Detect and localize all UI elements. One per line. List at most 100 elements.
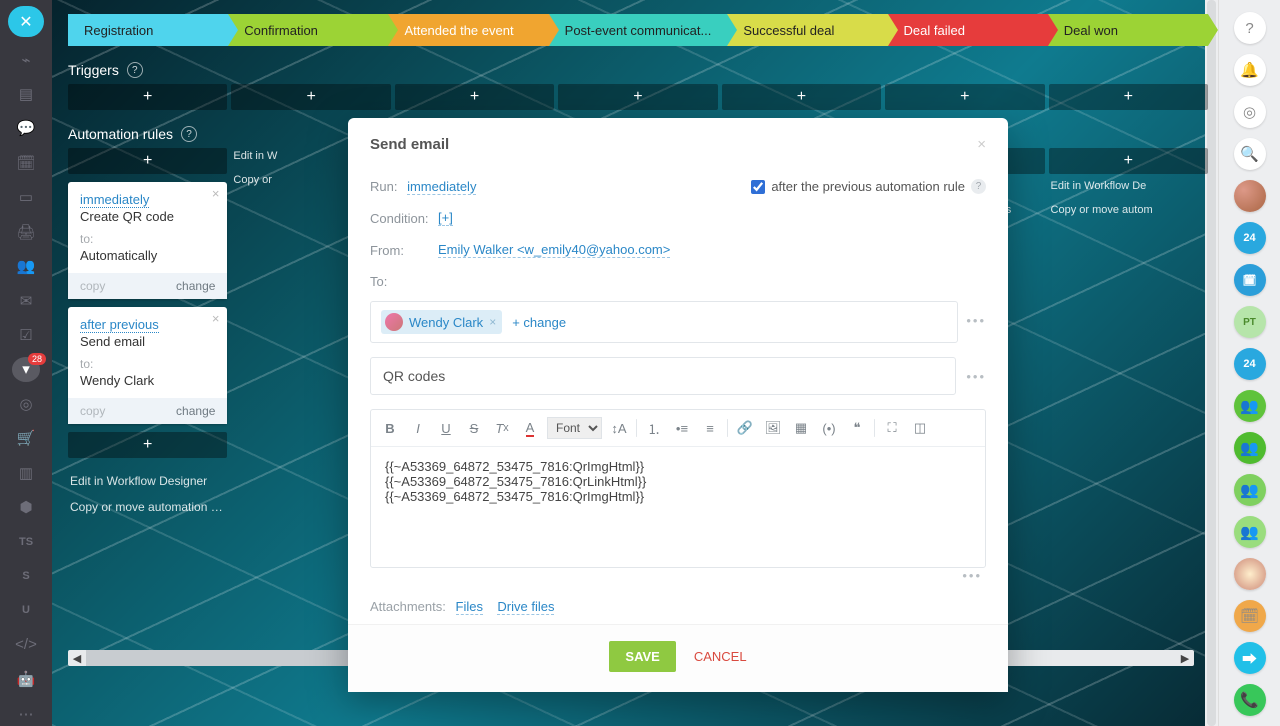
attach-files[interactable]: Files bbox=[456, 599, 483, 615]
rule-copy[interactable]: copy bbox=[80, 279, 105, 293]
calendar-orange-icon[interactable]: 🗓 bbox=[1234, 600, 1266, 632]
wf-edit-link[interactable]: Edit in Workflow Designer bbox=[68, 468, 227, 494]
help-icon[interactable]: ? bbox=[127, 62, 143, 78]
attach-drive[interactable]: Drive files bbox=[497, 599, 554, 615]
rule-when[interactable]: immediately bbox=[80, 192, 149, 208]
ts-icon[interactable]: TS bbox=[12, 529, 40, 553]
add-trigger-4[interactable]: + bbox=[558, 84, 717, 110]
quote-icon[interactable]: ❝ bbox=[846, 416, 868, 440]
group-icon-3[interactable]: 👥 bbox=[1234, 474, 1266, 506]
store-icon[interactable]: 🛒 bbox=[12, 426, 40, 450]
from-value[interactable]: Emily Walker <w_emily40@yahoo.com> bbox=[438, 242, 670, 258]
scroll-right-icon[interactable]: ▶ bbox=[1176, 652, 1194, 665]
rule-change[interactable]: change bbox=[176, 404, 215, 418]
ul-icon[interactable]: •≡ bbox=[671, 416, 693, 440]
group-icon-4[interactable]: 👥 bbox=[1234, 516, 1266, 548]
add-rule-1b[interactable]: + bbox=[68, 432, 227, 458]
underline-icon[interactable]: U bbox=[435, 416, 457, 440]
recipient-chip[interactable]: Wendy Clark × bbox=[381, 310, 502, 334]
people-avatar[interactable] bbox=[1234, 558, 1266, 590]
android-icon[interactable]: 🤖 bbox=[12, 667, 40, 691]
u-icon[interactable]: U bbox=[12, 598, 40, 622]
wf-copy-cut[interactable]: Copy or move autom bbox=[1049, 198, 1208, 222]
remove-chip-icon[interactable]: × bbox=[489, 315, 496, 329]
add-change-recipient[interactable]: + change bbox=[512, 315, 566, 330]
marketing-icon[interactable]: ◎ bbox=[12, 392, 40, 416]
calendar-icon[interactable]: 🗓 bbox=[12, 151, 40, 175]
stage-success[interactable]: Successful deal bbox=[727, 14, 887, 46]
stage-registration[interactable]: Registration bbox=[68, 14, 228, 46]
stage-confirmation[interactable]: Confirmation bbox=[228, 14, 388, 46]
messenger-icon[interactable]: ◎ bbox=[1234, 96, 1266, 128]
stage-postevent[interactable]: Post-event communicat... bbox=[549, 14, 728, 46]
close-overlay-button[interactable]: ✕ bbox=[8, 6, 44, 37]
editor-body[interactable]: {{~A53369_64872_53475_7816:QrImgHtml}} {… bbox=[371, 447, 985, 567]
rule-card-qr[interactable]: × immediately Create QR code to: Automat… bbox=[68, 182, 227, 299]
close-icon[interactable]: × bbox=[212, 186, 220, 201]
code-icon[interactable]: (•) bbox=[818, 416, 840, 440]
wf-edit-cut[interactable]: Edit in Workflow De bbox=[1049, 174, 1208, 198]
mail-icon[interactable]: ✉ bbox=[12, 288, 40, 312]
table-icon[interactable]: ▦ bbox=[790, 416, 812, 440]
ol-icon[interactable]: ⒈ bbox=[643, 416, 665, 440]
user-avatar[interactable] bbox=[1234, 180, 1266, 212]
pt-badge-icon[interactable]: PT bbox=[1234, 306, 1266, 338]
add-trigger-1[interactable]: + bbox=[68, 84, 227, 110]
strike-icon[interactable]: S bbox=[463, 416, 485, 440]
add-trigger-7[interactable]: + bbox=[1049, 84, 1208, 110]
split-icon[interactable]: ◫ bbox=[909, 416, 931, 440]
drive-icon[interactable]: 🖨 bbox=[12, 220, 40, 244]
inventory-icon[interactable]: ⬢ bbox=[12, 495, 40, 519]
wf-copy-link[interactable]: Copy or move automation rules bbox=[68, 494, 227, 520]
add-rule-1[interactable]: + bbox=[68, 148, 227, 174]
calendar-badge-icon[interactable]: 🗓 bbox=[1234, 264, 1266, 296]
subject-more-icon[interactable]: ••• bbox=[966, 369, 986, 384]
modal-close-icon[interactable]: × bbox=[977, 136, 986, 153]
activity-icon[interactable]: ⌁ bbox=[12, 47, 40, 71]
catalog-icon[interactable]: ▥ bbox=[12, 460, 40, 484]
phone-icon[interactable]: 📞 bbox=[1234, 684, 1266, 716]
add-trigger-3[interactable]: + bbox=[395, 84, 554, 110]
image-icon[interactable]: 🖼 bbox=[762, 416, 784, 440]
contacts-icon[interactable]: 👥 bbox=[12, 254, 40, 278]
condition-value[interactable]: [+] bbox=[438, 210, 453, 226]
help-icon[interactable]: ? bbox=[181, 126, 197, 142]
add-trigger-6[interactable]: + bbox=[885, 84, 1044, 110]
add-trigger-2[interactable]: + bbox=[231, 84, 390, 110]
tasks-icon[interactable]: ☑ bbox=[12, 323, 40, 347]
clear-format-icon[interactable]: Tx bbox=[491, 416, 513, 440]
notifications-icon[interactable]: 🔔 bbox=[1234, 54, 1266, 86]
b24-badge-icon[interactable]: 24 bbox=[1234, 222, 1266, 254]
after-previous-checkbox[interactable] bbox=[751, 180, 765, 194]
align-icon[interactable]: ≡ bbox=[699, 416, 721, 440]
dev-icon[interactable]: </> bbox=[12, 633, 40, 657]
help-icon[interactable]: ? bbox=[971, 179, 986, 194]
stage-won[interactable]: Deal won bbox=[1048, 14, 1208, 46]
help-icon[interactable]: ? bbox=[1234, 12, 1266, 44]
feed-icon[interactable]: ▤ bbox=[12, 82, 40, 106]
rule-copy[interactable]: copy bbox=[80, 404, 105, 418]
stage-failed[interactable]: Deal failed bbox=[888, 14, 1048, 46]
group-icon-1[interactable]: 👥 bbox=[1234, 390, 1266, 422]
italic-icon[interactable]: I bbox=[407, 416, 429, 440]
add-trigger-5[interactable]: + bbox=[722, 84, 881, 110]
cancel-button[interactable]: CANCEL bbox=[694, 641, 747, 672]
b24-badge-icon-2[interactable]: 24 bbox=[1234, 348, 1266, 380]
link-icon[interactable]: 🔗 bbox=[734, 416, 756, 440]
save-button[interactable]: SAVE bbox=[609, 641, 675, 672]
more-icon[interactable]: ⋯ bbox=[12, 701, 40, 725]
export-icon[interactable]: ⮕ bbox=[1234, 642, 1266, 674]
crm-funnel-icon[interactable]: ▾28 bbox=[12, 357, 40, 381]
add-rule-7[interactable]: + bbox=[1049, 148, 1208, 174]
bold-icon[interactable]: B bbox=[379, 416, 401, 440]
s-icon[interactable]: S bbox=[12, 564, 40, 588]
font-select[interactable]: Font bbox=[547, 416, 602, 440]
run-value[interactable]: immediately bbox=[407, 179, 476, 195]
subject-input[interactable] bbox=[370, 357, 956, 395]
group-icon-2[interactable]: 👥 bbox=[1234, 432, 1266, 464]
text-color-icon[interactable]: A bbox=[519, 416, 541, 440]
recipients-field[interactable]: Wendy Clark × + change bbox=[370, 301, 958, 343]
scroll-left-icon[interactable]: ◀ bbox=[68, 652, 86, 665]
fullscreen-icon[interactable]: ⛶ bbox=[881, 416, 903, 440]
rule-change[interactable]: change bbox=[176, 279, 215, 293]
